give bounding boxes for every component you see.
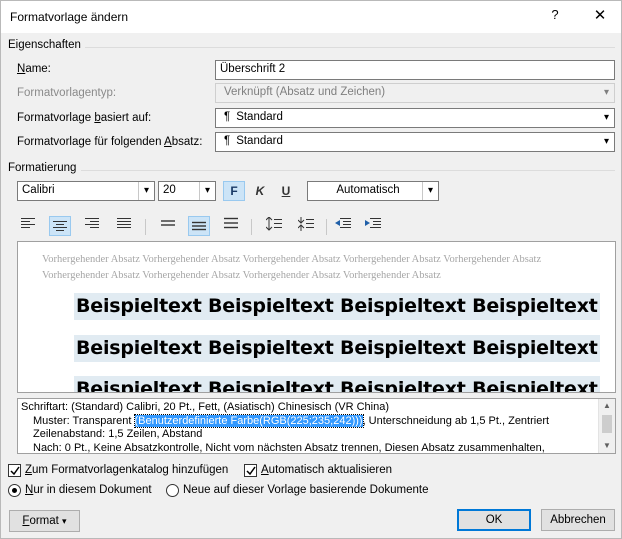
properties-section-label: Eigenschaften — [8, 39, 81, 51]
paragraph-icon: ¶ — [224, 111, 231, 123]
add-to-gallery-label: Zum Formatvorlagenkatalog hinzufügen — [25, 464, 229, 476]
style-type-value: Verknüpft (Absatz und Zeichen) — [224, 86, 386, 98]
chevron-down-icon: ▾ — [603, 87, 610, 98]
close-button[interactable]: ✕ — [592, 6, 608, 24]
align-right-icon[interactable] — [81, 217, 103, 237]
new-documents-label: Neue auf dieser Vorlage basierende Dokum… — [183, 484, 429, 496]
chevron-down-icon[interactable]: ▾ — [598, 133, 614, 151]
increase-indent-icon[interactable] — [362, 217, 384, 237]
justify-icon[interactable] — [113, 217, 135, 237]
based-on-value: Standard — [236, 111, 283, 123]
sample-text-line: Beispieltext Beispieltext Beispieltext B… — [74, 335, 600, 362]
name-input[interactable]: Überschrift 2 — [215, 60, 615, 80]
one-half-spacing-icon[interactable] — [188, 216, 210, 236]
based-on-select[interactable]: ¶ Standard ▾ — [215, 108, 615, 128]
style-description-text: Schriftart: (Standard) Calibri, 20 Pt., … — [21, 401, 550, 454]
chevron-down-icon[interactable]: ▾ — [138, 182, 154, 200]
decrease-indent-icon[interactable] — [332, 217, 354, 237]
description-scrollbar[interactable]: ▲ ▼ — [598, 399, 615, 453]
properties-divider — [85, 47, 615, 48]
font-color-select[interactable]: Automatisch ▾ — [307, 181, 439, 201]
chevron-down-icon: ▾ — [62, 516, 67, 526]
sample-text-line: Beispieltext Beispieltext Beispieltext B… — [74, 376, 600, 392]
toolbar-separator — [326, 219, 327, 235]
space-after-icon[interactable] — [295, 217, 317, 237]
style-preview: Vorhergehender Absatz Vorhergehender Abs… — [17, 241, 616, 393]
title-bar: Formatvorlage ändern ? ✕ — [1, 1, 621, 33]
cancel-button[interactable]: Abbrechen — [541, 509, 615, 531]
add-to-gallery-checkbox[interactable] — [8, 464, 21, 477]
next-paragraph-value: Standard — [236, 135, 283, 147]
format-menu-button[interactable]: Format ▾ — [9, 510, 80, 532]
previous-paragraph-text: Vorhergehender Absatz Vorhergehender Abs… — [42, 254, 542, 281]
paragraph-icon: ¶ — [224, 135, 231, 147]
align-left-icon[interactable] — [17, 217, 39, 237]
modify-style-dialog: Formatvorlage ändern ? ✕ Eigenschaften N… — [0, 0, 622, 539]
single-spacing-icon[interactable] — [157, 217, 179, 237]
new-documents-radio[interactable] — [166, 484, 179, 497]
italic-button[interactable]: K — [249, 181, 271, 201]
window-title: Formatvorlage ändern — [10, 10, 129, 24]
toolbar-separator — [145, 219, 146, 235]
scroll-down-icon[interactable]: ▼ — [599, 439, 615, 453]
next-paragraph-label: Formatvorlage für folgenden Absatz: — [17, 136, 203, 148]
style-type-select: Verknüpft (Absatz und Zeichen) ▾ — [215, 83, 615, 103]
toolbar-separator — [251, 219, 252, 235]
space-before-icon[interactable] — [263, 217, 285, 237]
font-size-select[interactable]: 20 ▾ — [158, 181, 216, 201]
scroll-thumb[interactable] — [602, 415, 612, 433]
chevron-down-icon[interactable]: ▾ — [422, 182, 438, 200]
chevron-down-icon[interactable]: ▾ — [199, 182, 215, 200]
formatting-section-label: Formatierung — [8, 162, 77, 174]
next-paragraph-select[interactable]: ¶ Standard ▾ — [215, 132, 615, 152]
name-value: Überschrift 2 — [220, 63, 286, 75]
only-this-document-radio[interactable] — [8, 484, 21, 497]
underline-button[interactable]: U — [275, 181, 297, 201]
font-color-value: Automatisch — [336, 184, 400, 196]
auto-update-label: Automatisch aktualisieren — [261, 464, 393, 476]
chevron-down-icon[interactable]: ▾ — [598, 109, 614, 127]
align-center-icon[interactable] — [49, 216, 71, 236]
ok-button[interactable]: OK — [457, 509, 531, 531]
based-on-label: Formatvorlage basiert auf: — [17, 112, 152, 124]
sample-text-line: Beispieltext Beispieltext Beispieltext B… — [74, 293, 600, 320]
auto-update-checkbox[interactable] — [244, 464, 257, 477]
bold-button[interactable]: F — [223, 181, 245, 201]
only-this-document-label: Nur in diesem Dokument — [25, 484, 152, 496]
style-description[interactable]: Schriftart: (Standard) Calibri, 20 Pt., … — [17, 398, 616, 454]
selected-text: (Benutzerdefinierte Farbe(RGB(225;235;24… — [133, 413, 364, 428]
scroll-up-icon[interactable]: ▲ — [599, 399, 615, 413]
font-name-select[interactable]: Calibri ▾ — [17, 181, 155, 201]
formatting-divider — [81, 170, 615, 171]
font-name-value: Calibri — [22, 184, 55, 196]
name-label: Name: — [17, 63, 51, 75]
style-type-label: Formatvorlagentyp: — [17, 87, 117, 99]
double-spacing-icon[interactable] — [220, 217, 242, 237]
font-size-value: 20 — [163, 184, 176, 196]
help-button[interactable]: ? — [547, 7, 563, 25]
